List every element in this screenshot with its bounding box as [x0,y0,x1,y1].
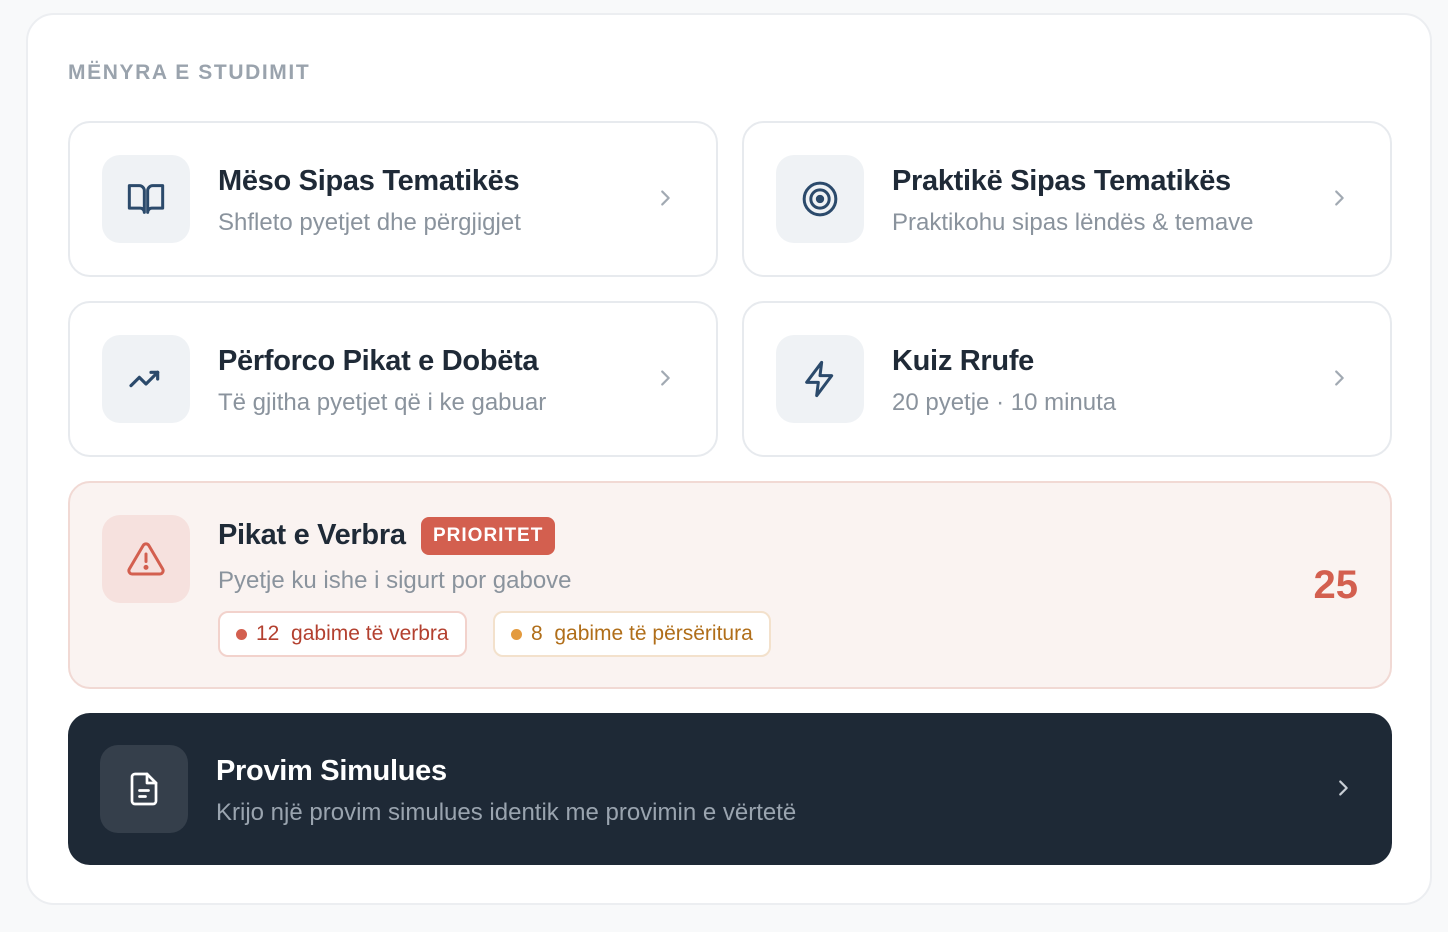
card-title: Provim Simulues [216,755,447,787]
card-subtitle: Shfleto pyetjet dhe përgjigjet [218,209,521,236]
orange-dot-icon [511,628,522,640]
card-title: Praktikë Sipas Tematikës [892,165,1231,197]
chevron-right-icon [1330,775,1356,801]
card-exam-simulation[interactable]: Provim Simulues Krijo një provim simulue… [68,713,1392,865]
chip-blind-mistakes: 12 gabime të verbra [218,611,467,657]
chevron-right-icon [1326,185,1352,211]
warning-triangle-icon [102,515,190,603]
card-subtitle: Praktikohu sipas lëndës & temave [892,209,1254,236]
chevron-right-icon [652,185,678,211]
card-title: Pikat e Verbra [218,519,406,551]
card-subtitle: Krijo një provim simulues identik me pro… [216,799,797,826]
card-learn-by-topic[interactable]: Mëso Sipas Tematikës Shfleto pyetjet dhe… [68,121,718,277]
card-practice-by-topic[interactable]: Praktikë Sipas Tematikës Praktikohu sipa… [742,121,1392,277]
book-open-icon [102,155,190,243]
priority-badge: PRIORITET [421,517,556,555]
document-icon [100,745,188,833]
chip-label: 12 gabime të verbra [256,622,449,645]
chevron-right-icon [1326,365,1352,391]
card-subtitle: Të gjitha pyetjet që i ke gabuar [218,389,547,416]
chip-repeated-mistakes: 8 gabime të përsëritura [493,611,771,657]
lightning-icon [776,335,864,423]
chevron-right-icon [652,365,678,391]
card-blind-spots[interactable]: Pikat e Verbra PRIORITET Pyetje ku ishe … [68,481,1392,689]
card-title: Kuiz Rrufe [892,345,1035,377]
chip-label: 8 gabime të përsëritura [531,622,753,645]
card-subtitle: 20 pyetje · 10 minuta [892,389,1117,416]
card-title: Përforco Pikat e Dobëta [218,345,539,377]
trending-up-icon [102,335,190,423]
section-title: MËNYRA E STUDIMIT [68,61,311,84]
study-mode-panel: MËNYRA E STUDIMIT Mëso Sipas Tematikës S… [26,13,1432,905]
target-icon [776,155,864,243]
card-subtitle: Pyetje ku ishe i sigurt por gabove [218,567,572,594]
card-title: Mëso Sipas Tematikës [218,165,520,197]
card-reinforce-weak-points[interactable]: Përforco Pikat e Dobëta Të gjitha pyetje… [68,301,718,457]
card-quick-quiz[interactable]: Kuiz Rrufe 20 pyetje · 10 minuta [742,301,1392,457]
red-dot-icon [236,628,247,640]
blind-spots-count: 25 [1313,563,1359,607]
